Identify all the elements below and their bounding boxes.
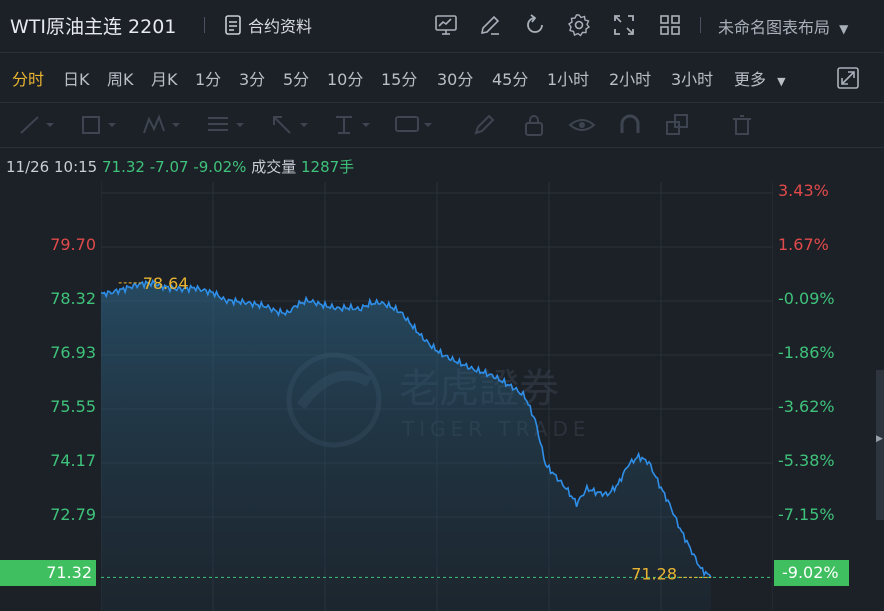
period-tabs: 分时 日K 周K 月K 1分 3分 5分 10分 15分 30分 45分 1小时… [0,52,884,103]
layout-label: 未命名图表布局 [718,18,831,37]
group-tool[interactable] [665,113,691,137]
trash-icon [733,115,751,135]
left-tick-label: 78.32 [50,289,96,308]
current-price-tag: 71.32 [0,560,96,586]
tab-15min[interactable]: 15分 [381,66,417,90]
tab-3hour[interactable]: 3小时 [671,66,713,90]
pattern-tool[interactable] [142,113,186,137]
tab-1min[interactable]: 1分 [195,66,221,90]
settings-button[interactable] [566,12,592,38]
visibility-tool[interactable] [568,113,596,137]
magnet-icon [620,114,640,133]
tab-daily-k[interactable]: 日K [63,66,90,90]
right-tick-label: -5.38% [778,451,835,470]
left-tick-label: 74.17 [50,451,96,470]
text-tool[interactable] [332,113,376,137]
refresh-icon [527,14,543,33]
layers-icon [666,114,688,135]
text-cursor-icon [336,116,370,134]
tab-intraday[interactable]: 分时 [12,66,44,90]
expand-chart-button[interactable] [836,66,860,90]
title-bar: WTI原油主连 2201 合约资料 未命名图表布局 ▼ [0,0,884,53]
min-price-label: 71.28 [631,564,677,583]
caret-down-icon: ▼ [777,75,786,88]
right-tick-label: -0.09% [778,289,835,308]
layout-dropdown[interactable]: 未命名图表布局 ▼ [718,14,848,38]
tab-2hour[interactable]: 2小时 [609,66,651,90]
right-tick-label: 3.43% [778,181,829,200]
grid-icon [660,15,680,35]
arrow-icon [273,116,308,134]
lock-tool[interactable] [522,113,546,137]
quote-change-pct: -9.02% [193,158,247,176]
right-tick-label: -3.62% [778,397,835,416]
gear-icon [568,14,591,37]
side-panel-toggle[interactable]: ▶ [876,370,884,520]
current-pct-tag: -9.02% [774,560,849,586]
title-separator [204,17,205,33]
more-periods-dropdown[interactable]: 更多 ▼ [734,66,786,90]
trendline-icon [20,116,54,134]
volume-label: 成交量 [251,158,297,176]
tab-1hour[interactable]: 1小时 [547,66,589,90]
more-label: 更多 [734,70,767,89]
chart-monitor-icon [435,15,457,35]
tab-3min[interactable]: 3分 [239,66,265,90]
contract-info-label: 合约资料 [248,17,313,36]
document-icon [225,15,241,35]
left-tick-label: 76.93 [50,343,96,362]
tab-30min[interactable]: 30分 [437,66,473,90]
expand-icon [614,15,634,35]
zigzag-icon [143,114,180,134]
price-label-tool[interactable] [394,113,438,137]
quote-datetime: 11/26 10:15 [6,158,98,176]
drawing-toolbar [0,103,884,148]
right-tick-label: 1.67% [778,235,829,254]
rectangle-tool[interactable] [80,113,120,137]
caret-down-icon: ▼ [839,22,849,36]
magnet-tool[interactable] [618,113,642,137]
fibonacci-tool[interactable] [206,113,250,137]
rectangle-icon [82,116,116,134]
right-tick-label: -1.86% [778,343,835,362]
arrow-tool[interactable] [270,113,314,137]
tab-10min[interactable]: 10分 [327,66,363,90]
price-area [101,280,711,611]
max-price-label: 78.64 [143,274,189,293]
tab-weekly-k[interactable]: 周K [107,66,134,90]
left-tick-label: 72.79 [50,505,96,524]
left-tick-label: 79.70 [50,235,96,254]
reset-button[interactable] [522,12,548,38]
volume-value: 1287手 [301,158,355,176]
eye-icon [568,119,596,131]
draw-edit-button[interactable] [477,12,503,38]
contract-info-button[interactable]: 合约资料 [224,13,312,37]
trendline-tool[interactable] [18,113,58,137]
intraday-chart[interactable]: 老虎證券 TIGER TRADE 78.64 71.28 [101,182,773,611]
caret-right-icon: ▶ [876,434,883,444]
tab-45min[interactable]: 45分 [492,66,528,90]
right-tick-label: -7.15% [778,505,835,524]
tab-monthly-k[interactable]: 月K [151,66,178,90]
lines-icon [208,117,244,131]
brush-tool[interactable] [472,113,498,137]
maximize-icon [837,67,859,89]
delete-tool[interactable] [730,113,754,137]
lock-icon [525,115,543,136]
quote-info-line: 11/26 10:15 71.32 -7.07 -9.02% 成交量 1287手 [6,156,354,177]
layout-separator [700,17,701,33]
left-tick-label: 75.55 [50,397,96,416]
pencil-icon [480,15,500,35]
tab-5min[interactable]: 5分 [283,66,309,90]
instrument-title[interactable]: WTI原油主连 2201 [10,12,176,39]
quote-price: 71.32 [102,158,145,176]
brush-icon [474,114,495,135]
indicator-chart-button[interactable] [433,12,459,38]
label-icon [395,116,432,132]
grid-layout-button[interactable] [657,12,683,38]
fullscreen-button[interactable] [611,12,637,38]
quote-change: -7.07 [149,158,189,176]
